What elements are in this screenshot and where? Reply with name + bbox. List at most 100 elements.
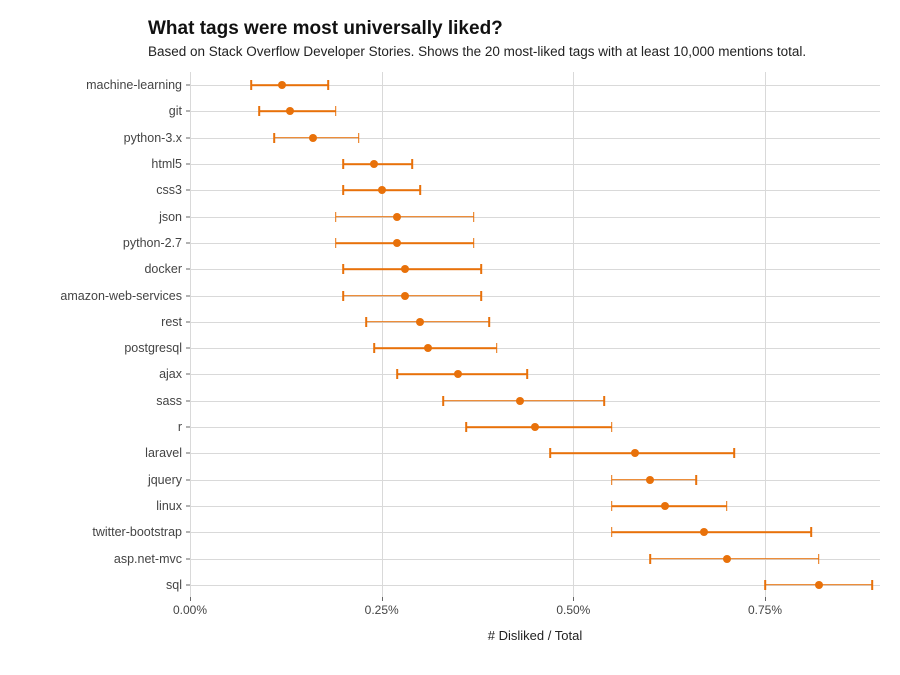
errorbar-line xyxy=(343,295,481,297)
errorbar-cap xyxy=(274,133,276,143)
chart-subtitle: Based on Stack Overflow Developer Storie… xyxy=(148,44,880,59)
data-point xyxy=(646,476,654,484)
data-point xyxy=(370,160,378,168)
errorbar-cap xyxy=(611,527,613,537)
y-tick-mark xyxy=(186,479,190,480)
errorbar-line xyxy=(366,321,489,323)
x-tick-label: 0.75% xyxy=(748,603,782,617)
y-tick-label: git xyxy=(22,104,182,118)
y-tick-mark xyxy=(186,453,190,454)
errorbar-cap xyxy=(366,317,368,327)
y-tick-label: twitter-bootstrap xyxy=(22,525,182,539)
y-tick-mark xyxy=(186,111,190,112)
y-tick-mark xyxy=(186,164,190,165)
errorbar-line xyxy=(612,531,811,533)
errorbar-cap xyxy=(550,448,552,458)
errorbar-cap xyxy=(343,159,345,169)
y-tick-label: sass xyxy=(22,394,182,408)
errorbar-cap xyxy=(473,212,475,222)
errorbar-line xyxy=(259,111,336,113)
errorbar-cap xyxy=(473,238,475,248)
y-tick-mark xyxy=(186,532,190,533)
y-tick-mark xyxy=(186,374,190,375)
errorbar-cap xyxy=(872,580,874,590)
data-point xyxy=(815,581,823,589)
errorbar-cap xyxy=(611,422,613,432)
gridline-vertical xyxy=(190,72,191,597)
errorbar-cap xyxy=(734,448,736,458)
y-tick-mark xyxy=(186,400,190,401)
data-point xyxy=(723,555,731,563)
errorbar-cap xyxy=(649,554,651,564)
y-tick-label: jquery xyxy=(22,473,182,487)
gridline-horizontal xyxy=(190,348,880,349)
y-tick-mark xyxy=(186,137,190,138)
gridline-vertical xyxy=(573,72,574,597)
y-tick-mark xyxy=(186,216,190,217)
x-tick-mark xyxy=(765,597,766,601)
gridline-horizontal xyxy=(190,243,880,244)
y-tick-label: python-2.7 xyxy=(22,236,182,250)
data-point xyxy=(661,502,669,510)
errorbar-cap xyxy=(335,212,337,222)
y-tick-mark xyxy=(186,295,190,296)
errorbar-cap xyxy=(488,317,490,327)
data-point xyxy=(393,213,401,221)
y-tick-label: machine-learning xyxy=(22,78,182,92)
y-tick-label: asp.net-mvc xyxy=(22,552,182,566)
errorbar-cap xyxy=(442,396,444,406)
errorbar-cap xyxy=(343,185,345,195)
y-tick-mark xyxy=(186,505,190,506)
errorbar-line xyxy=(374,347,497,349)
y-tick-mark xyxy=(186,558,190,559)
errorbar-cap xyxy=(335,106,337,116)
errorbar-cap xyxy=(335,238,337,248)
data-point xyxy=(278,81,286,89)
errorbar-cap xyxy=(373,343,375,353)
errorbar-cap xyxy=(251,80,253,90)
gridline-horizontal xyxy=(190,453,880,454)
y-tick-label: r xyxy=(22,420,182,434)
data-point xyxy=(516,397,524,405)
y-tick-mark xyxy=(186,427,190,428)
data-point xyxy=(454,370,462,378)
y-tick-label: laravel xyxy=(22,446,182,460)
data-point xyxy=(631,449,639,457)
y-tick-mark xyxy=(186,584,190,585)
errorbar-cap xyxy=(726,501,728,511)
errorbar-cap xyxy=(358,133,360,143)
errorbar-cap xyxy=(527,369,529,379)
y-tick-label: python-3.x xyxy=(22,131,182,145)
x-tick-label: 0.50% xyxy=(556,603,590,617)
errorbar-cap xyxy=(396,369,398,379)
x-tick-label: 0.00% xyxy=(173,603,207,617)
y-tick-label: json xyxy=(22,210,182,224)
data-point xyxy=(393,239,401,247)
errorbar-cap xyxy=(764,580,766,590)
gridline-horizontal xyxy=(190,506,880,507)
errorbar-cap xyxy=(611,475,613,485)
y-tick-mark xyxy=(186,321,190,322)
gridline-horizontal xyxy=(190,322,880,323)
errorbar-cap xyxy=(327,80,329,90)
data-point xyxy=(309,134,317,142)
y-tick-label: css3 xyxy=(22,183,182,197)
errorbar-line xyxy=(650,558,819,560)
errorbar-cap xyxy=(258,106,260,116)
x-tick-mark xyxy=(382,597,383,601)
errorbar-line xyxy=(336,242,474,244)
errorbar-cap xyxy=(603,396,605,406)
errorbar-cap xyxy=(818,554,820,564)
data-point xyxy=(378,186,386,194)
chart-container: What tags were most universally liked? B… xyxy=(0,0,900,675)
gridline-horizontal xyxy=(190,217,880,218)
data-point xyxy=(401,265,409,273)
gridline-horizontal xyxy=(190,164,880,165)
gridline-horizontal xyxy=(190,296,880,297)
y-tick-mark xyxy=(186,242,190,243)
plot-area: 0.00%0.25%0.50%0.75%machine-learninggitp… xyxy=(190,71,880,625)
errorbar-line xyxy=(343,268,481,270)
y-tick-label: amazon-web-services xyxy=(22,289,182,303)
errorbar-line xyxy=(336,216,474,218)
errorbar-cap xyxy=(465,422,467,432)
